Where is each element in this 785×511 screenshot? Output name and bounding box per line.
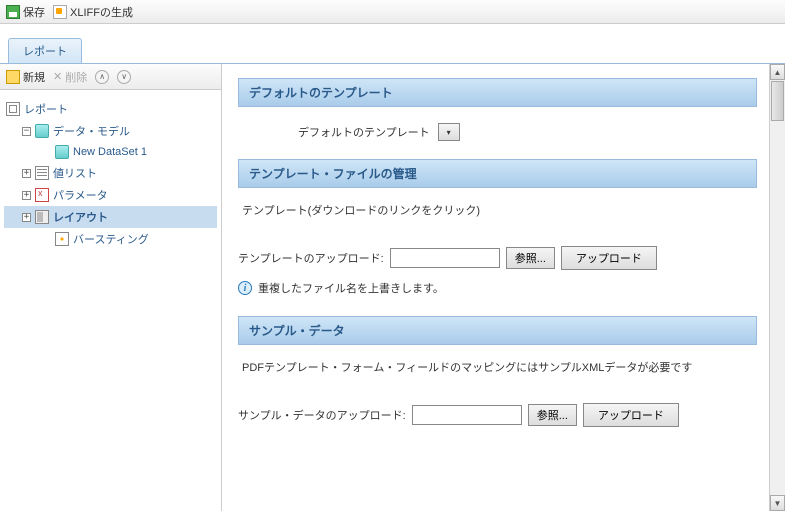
data-model-icon [35,124,49,138]
new-icon [6,70,20,84]
new-button[interactable]: 新規 [6,69,45,85]
sample-browse-button[interactable]: 参照... [528,404,577,426]
template-upload-row: テンプレートのアップロード: 参照... アップロード [238,242,757,280]
save-label: 保存 [23,4,45,20]
xliff-generate-button[interactable]: XLIFFの生成 [53,4,133,20]
collapse-down-button[interactable]: ∨ [117,70,131,84]
default-template-label: デフォルトのテンプレート [298,124,430,140]
tab-report[interactable]: レポート [8,38,82,63]
delete-icon: ✕ [53,70,62,83]
tree-label: パラメータ [53,187,108,203]
delete-label: 削除 [65,69,87,85]
tree-item-bursting[interactable]: バースティング [4,228,217,250]
expand-icon[interactable]: + [22,191,31,200]
scroll-thumb[interactable] [771,81,784,121]
section-header-template-mgmt: テンプレート・ファイルの管理 [238,159,757,188]
report-icon [6,102,20,116]
tree-label: バースティング [73,231,149,247]
sample-upload-input[interactable] [412,405,522,425]
section-header-default-template: デフォルトのテンプレート [238,78,757,107]
tree-label: データ・モデル [53,123,130,139]
delete-button: ✕ 削除 [53,69,87,85]
parameter-icon [35,188,49,202]
save-icon [6,5,20,19]
tree-label: 値リスト [53,165,97,181]
tree-item-value-list[interactable]: + 値リスト [4,162,217,184]
collapse-up-button[interactable]: ∧ [95,70,109,84]
sidebar: 新規 ✕ 削除 ∧ ∨ レポート − データ・モデル New Da [0,64,222,511]
xliff-label: XLIFFの生成 [70,4,133,20]
scroll-down-button[interactable]: ▼ [770,495,785,511]
xliff-icon [53,5,67,19]
save-button[interactable]: 保存 [6,4,45,20]
template-hint: テンプレート(ダウンロードのリンクをクリック) [238,200,757,242]
sample-data-description: PDFテンプレート・フォーム・フィールドのマッピングにはサンプルXMLデータが必… [238,357,757,399]
dataset-icon [55,145,69,159]
overwrite-info-row: i 重複したファイル名を上書きします。 [238,280,757,316]
sample-upload-button[interactable]: アップロード [583,403,679,427]
default-template-row: デフォルトのテンプレート ▾ [238,119,757,159]
info-icon: i [238,281,252,295]
template-browse-button[interactable]: 参照... [506,247,555,269]
layout-icon [35,210,49,224]
sample-upload-label: サンプル・データのアップロード: [238,407,406,423]
overwrite-info-text: 重複したファイル名を上書きします。 [258,280,444,296]
content-inner: デフォルトのテンプレート デフォルトのテンプレート ▾ テンプレート・ファイルの… [238,78,769,437]
tree-item-layout[interactable]: + レイアウト [4,206,217,228]
value-list-icon [35,166,49,180]
expand-icon[interactable]: + [22,169,31,178]
scroll-up-button[interactable]: ▲ [770,64,785,80]
main-layout: 新規 ✕ 削除 ∧ ∨ レポート − データ・モデル New Da [0,64,785,511]
tree-item-report[interactable]: レポート [4,98,217,120]
template-upload-button[interactable]: アップロード [561,246,657,270]
scroll-track[interactable] [770,80,785,495]
top-toolbar: 保存 XLIFFの生成 [0,0,785,24]
tab-report-label: レポート [23,46,67,58]
tree-label: レイアウト [53,209,108,225]
tree-label: New DataSet 1 [73,146,147,158]
bursting-icon [55,232,69,246]
collapse-icon[interactable]: − [22,127,31,136]
new-label: 新規 [23,69,45,85]
tree-item-dataset[interactable]: New DataSet 1 [4,142,217,162]
expand-icon[interactable]: + [22,213,31,222]
tree-item-data-model[interactable]: − データ・モデル [4,120,217,142]
sidebar-toolbar: 新規 ✕ 削除 ∧ ∨ [0,64,221,90]
template-upload-input[interactable] [390,248,500,268]
vertical-scrollbar[interactable]: ▲ ▼ [769,64,785,511]
default-template-dropdown[interactable]: ▾ [438,123,460,141]
tree-label: レポート [24,101,68,117]
sample-upload-row: サンプル・データのアップロード: 参照... アップロード [238,399,757,437]
template-upload-label: テンプレートのアップロード: [238,250,384,266]
tree: レポート − データ・モデル New DataSet 1 + 値リスト + パラ… [0,90,221,258]
content-panel: デフォルトのテンプレート デフォルトのテンプレート ▾ テンプレート・ファイルの… [222,64,785,511]
tree-item-parameter[interactable]: + パラメータ [4,184,217,206]
section-header-sample-data: サンプル・データ [238,316,757,345]
tab-bar: レポート [0,38,785,64]
